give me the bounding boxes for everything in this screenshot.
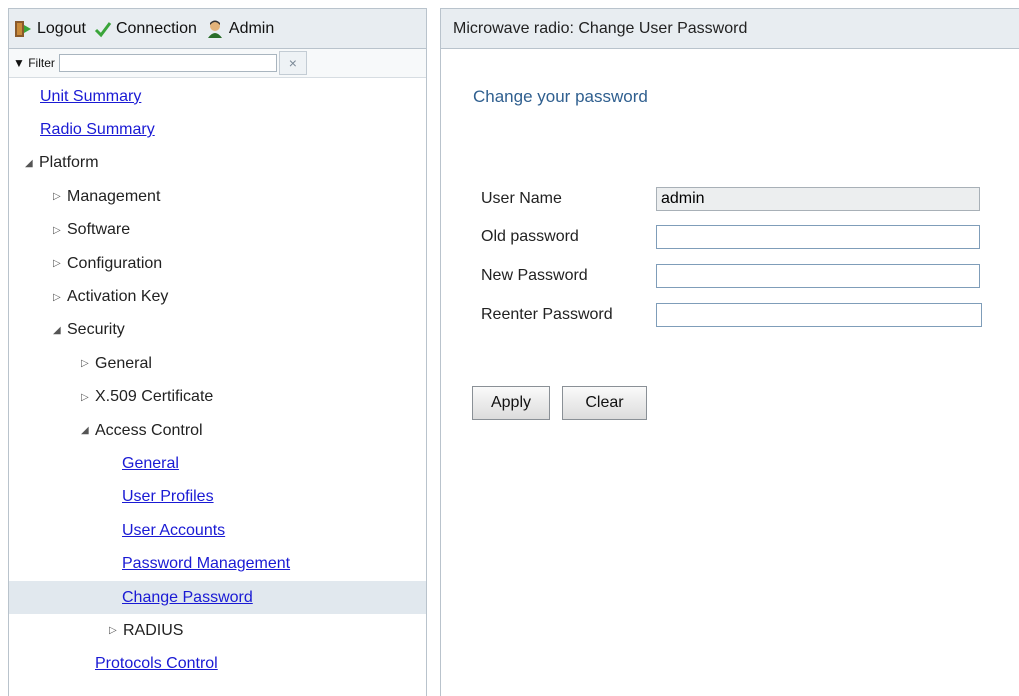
tree-item-label: Platform	[39, 154, 99, 172]
navigation-tree: Unit Summary Radio Summary ◢ Platform ▷ …	[9, 78, 426, 681]
page-title: Microwave radio: Change User Password	[453, 19, 748, 37]
new-password-label: New Password	[481, 267, 588, 284]
logout-button[interactable]: Logout	[13, 19, 86, 39]
tree-item-configuration[interactable]: ▷ Configuration	[9, 247, 426, 280]
clear-button[interactable]: Clear	[562, 386, 647, 420]
collapsed-triangle-icon[interactable]: ▷	[53, 225, 67, 236]
apply-button[interactable]: Apply	[472, 386, 550, 420]
tree-item-label[interactable]: Password Management	[122, 555, 290, 573]
filter-input[interactable]	[58, 54, 277, 72]
new-password-field[interactable]	[656, 264, 980, 288]
new-password-row: New Password	[481, 264, 980, 288]
connection-button[interactable]: Connection	[94, 20, 197, 38]
expanded-triangle-icon[interactable]: ◢	[25, 158, 39, 169]
tree-item-label: Software	[67, 221, 131, 239]
tree-item-user-accounts[interactable]: User Accounts	[9, 514, 426, 547]
tree-item-password-management[interactable]: Password Management	[9, 547, 426, 580]
user-name-label: User Name	[481, 190, 562, 207]
door-exit-icon	[13, 19, 33, 39]
user-name-field	[656, 187, 980, 211]
filter-toggle[interactable]: ▼ Filter	[13, 56, 55, 70]
reenter-password-row: Reenter Password	[481, 303, 982, 327]
collapsed-triangle-icon[interactable]: ▷	[53, 292, 67, 303]
tree-item-software[interactable]: ▷ Software	[9, 214, 426, 247]
tree-item-user-profiles[interactable]: User Profiles	[9, 481, 426, 514]
tree-item-label[interactable]: Change Password	[122, 589, 253, 607]
tree-item-label[interactable]: Unit Summary	[40, 88, 141, 106]
expanded-triangle-icon[interactable]: ◢	[53, 325, 67, 336]
admin-button[interactable]: Admin	[205, 19, 274, 39]
tree-item-label[interactable]: Radio Summary	[40, 121, 155, 139]
tree-item-label: General	[95, 354, 152, 372]
tree-item-label: RADIUS	[123, 621, 184, 639]
user-name-row: User Name	[481, 187, 980, 211]
collapsed-triangle-icon[interactable]: ▷	[53, 258, 67, 269]
tree-item-access-control[interactable]: ◢ Access Control	[9, 414, 426, 447]
tree-item-management[interactable]: ▷ Management	[9, 180, 426, 213]
tree-item-security[interactable]: ◢ Security	[9, 314, 426, 347]
filter-label: Filter	[28, 56, 55, 70]
tree-item-radius[interactable]: ▷ RADIUS	[9, 614, 426, 647]
collapsed-triangle-icon[interactable]: ▷	[53, 191, 67, 202]
admin-label: Admin	[228, 19, 275, 37]
close-icon: ×	[288, 55, 297, 71]
tree-item-label: Activation Key	[67, 288, 169, 306]
old-password-row: Old password	[481, 225, 980, 249]
tree-item-unit-summary[interactable]: Unit Summary	[9, 80, 426, 113]
tree-item-general[interactable]: ▷ General	[9, 347, 426, 380]
collapsed-triangle-icon[interactable]: ▷	[109, 625, 123, 636]
tree-item-label[interactable]: General	[122, 455, 179, 473]
connection-label: Connection	[115, 19, 197, 37]
clear-filter-button[interactable]: ×	[278, 51, 307, 75]
tree-item-label: X.509 Certificate	[95, 388, 214, 406]
reenter-password-field[interactable]	[656, 303, 982, 327]
old-password-label: Old password	[481, 228, 579, 245]
tree-item-label[interactable]: Protocols Control	[95, 655, 218, 673]
tree-item-label[interactable]: User Profiles	[122, 488, 214, 506]
navigation-pane: Logout Connection Admin ▼ Filter × Unit …	[8, 8, 427, 696]
tree-item-change-password[interactable]: Change Password	[9, 580, 426, 615]
section-title: Change your password	[473, 87, 648, 106]
reenter-password-label: Reenter Password	[481, 306, 613, 323]
tree-item-label: Access Control	[95, 421, 203, 439]
tree-item-platform[interactable]: ◢ Platform	[9, 147, 426, 180]
tree-item-label: Management	[67, 187, 161, 205]
tree-item-label: Security	[67, 321, 125, 339]
tree-item-radio-summary[interactable]: Radio Summary	[9, 113, 426, 146]
user-icon	[205, 19, 225, 39]
old-password-field[interactable]	[656, 225, 980, 249]
collapsed-triangle-icon[interactable]: ▷	[81, 358, 95, 369]
tree-item-label[interactable]: User Accounts	[122, 522, 225, 540]
logout-label: Logout	[37, 19, 86, 37]
top-toolbar: Logout Connection Admin	[9, 9, 426, 49]
filter-bar: ▼ Filter ×	[9, 49, 426, 78]
collapsed-triangle-icon[interactable]: ▷	[81, 392, 95, 403]
content-pane: Microwave radio: Change User Password Ch…	[440, 8, 1019, 696]
expanded-triangle-icon[interactable]: ◢	[81, 425, 95, 436]
checkmark-icon	[94, 20, 112, 38]
tree-item-label: Configuration	[67, 254, 163, 272]
tree-item-x509-certificate[interactable]: ▷ X.509 Certificate	[9, 381, 426, 414]
tree-item-access-general[interactable]: General	[9, 447, 426, 480]
page-header: Microwave radio: Change User Password	[441, 9, 1019, 49]
tree-item-protocols-control[interactable]: Protocols Control	[9, 648, 426, 681]
tree-item-activation-key[interactable]: ▷ Activation Key	[9, 280, 426, 313]
